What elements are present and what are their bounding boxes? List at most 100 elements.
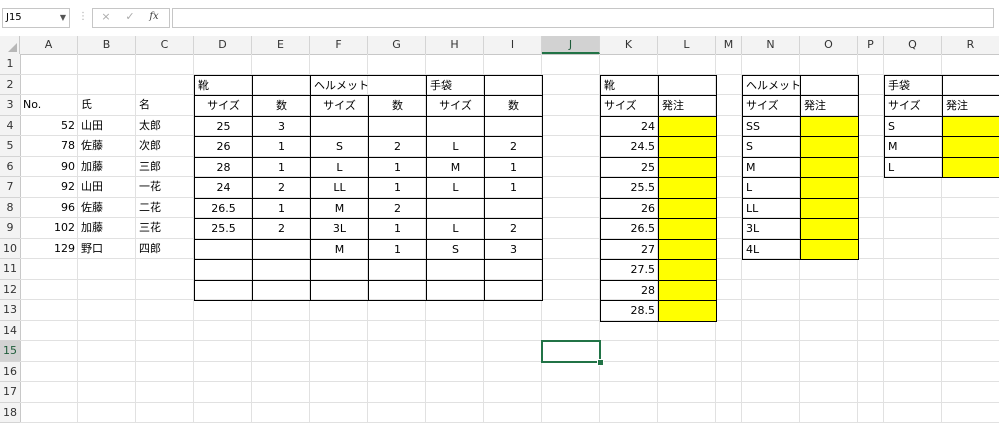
empty-table-cell[interactable]	[426, 259, 485, 281]
record-glove-qty[interactable]: 1	[484, 156, 543, 178]
header-helmet[interactable]: ヘルメット	[310, 74, 427, 96]
row-header-11[interactable]: 11	[0, 259, 20, 280]
column-header-h[interactable]: H	[426, 36, 484, 54]
record-last-name[interactable]: 佐藤	[78, 136, 136, 157]
empty-table-cell[interactable]	[252, 279, 311, 301]
record-first-name[interactable]: 太郎	[136, 116, 194, 137]
header-glove-qty[interactable]: 数	[484, 95, 543, 117]
shoe-order-order-input[interactable]	[658, 259, 717, 281]
header-shoe-qty[interactable]: 数	[252, 95, 311, 117]
empty-table-cell[interactable]	[484, 259, 543, 281]
row-header-9[interactable]: 9	[0, 218, 20, 239]
column-header-p[interactable]: P	[858, 36, 884, 54]
order-header-blank[interactable]	[800, 74, 859, 96]
record-last-name[interactable]: 加藤	[78, 218, 136, 239]
helmet-order-order-label[interactable]: 発注	[800, 95, 859, 117]
empty-table-cell[interactable]	[368, 259, 427, 281]
cancel-icon[interactable]: ×	[98, 9, 114, 25]
helmet-order-size-label[interactable]: サイズ	[742, 95, 801, 117]
row-header-17[interactable]: 17	[0, 382, 20, 403]
helmet-order-order-input[interactable]	[800, 115, 859, 137]
record-shoe-qty[interactable]: 2	[252, 177, 311, 199]
row-header-16[interactable]: 16	[0, 362, 20, 382]
glove-order-size[interactable]: L	[884, 156, 943, 178]
empty-table-cell[interactable]	[310, 259, 369, 281]
row-header-8[interactable]: 8	[0, 198, 20, 218]
shoe-order-order-input[interactable]	[658, 279, 717, 301]
shoe-order-order-input[interactable]	[658, 238, 717, 260]
name-box[interactable]: J15 ▼	[2, 8, 70, 28]
column-header-r[interactable]: R	[942, 36, 999, 54]
helmet-order-size[interactable]: 4L	[742, 238, 801, 260]
glove-order-order-label[interactable]: 発注	[942, 95, 999, 117]
header-shoe-size[interactable]: サイズ	[194, 95, 253, 117]
helmet-order-size[interactable]: L	[742, 177, 801, 199]
header-last-name[interactable]: 氏	[78, 95, 136, 116]
record-shoe-size[interactable]: 24	[194, 177, 253, 199]
helmet-order-size[interactable]: LL	[742, 197, 801, 219]
column-header-f[interactable]: F	[310, 36, 368, 54]
helmet-order-order-input[interactable]	[800, 218, 859, 240]
row-header-7[interactable]: 7	[0, 177, 20, 198]
record-helmet-qty[interactable]: 1	[368, 156, 427, 178]
record-last-name[interactable]: 佐藤	[78, 198, 136, 219]
record-shoe-size[interactable]	[194, 238, 253, 260]
shoe-order-order-input[interactable]	[658, 156, 717, 178]
column-header-d[interactable]: D	[194, 36, 252, 54]
order-header-blank[interactable]	[658, 74, 717, 96]
shoe-order-order-input[interactable]	[658, 300, 717, 322]
record-glove-size[interactable]: M	[426, 156, 485, 178]
shoe-order-size[interactable]: 28.5	[600, 300, 659, 322]
record-shoe-size[interactable]: 25.5	[194, 218, 253, 240]
column-header-i[interactable]: I	[484, 36, 542, 54]
record-last-name[interactable]: 山田	[78, 177, 136, 198]
shoe-order-order-input[interactable]	[658, 115, 717, 137]
helmet-order-title[interactable]: ヘルメット	[742, 74, 801, 96]
shoe-order-size[interactable]: 26.5	[600, 218, 659, 240]
record-helmet-size[interactable]: 3L	[310, 218, 369, 240]
shoe-order-size-label[interactable]: サイズ	[600, 95, 659, 117]
shoe-order-size[interactable]: 25	[600, 156, 659, 178]
shoe-order-size[interactable]: 25.5	[600, 177, 659, 199]
row-header-14[interactable]: 14	[0, 321, 20, 341]
record-first-name[interactable]: 三花	[136, 218, 194, 239]
record-helmet-qty[interactable]	[368, 115, 427, 137]
column-header-q[interactable]: Q	[884, 36, 942, 54]
shoe-order-size[interactable]: 28	[600, 279, 659, 301]
column-header-n[interactable]: N	[742, 36, 800, 54]
column-header-o[interactable]: O	[800, 36, 858, 54]
shoe-order-order-input[interactable]	[658, 136, 717, 158]
empty-table-cell[interactable]	[426, 279, 485, 301]
record-glove-qty[interactable]: 3	[484, 238, 543, 260]
header-helmet-qty[interactable]: 数	[368, 95, 427, 117]
row-header-12[interactable]: 12	[0, 280, 20, 300]
record-glove-qty[interactable]	[484, 115, 543, 137]
record-no[interactable]: 90	[20, 157, 78, 178]
record-shoe-qty[interactable]: 3	[252, 115, 311, 137]
record-no[interactable]: 102	[20, 218, 78, 239]
shoe-order-order-label[interactable]: 発注	[658, 95, 717, 117]
column-header-c[interactable]: C	[136, 36, 194, 54]
glove-order-size[interactable]: M	[884, 136, 943, 158]
shoe-order-order-input[interactable]	[658, 197, 717, 219]
record-first-name[interactable]: 三郎	[136, 157, 194, 178]
record-helmet-qty[interactable]: 2	[368, 197, 427, 219]
column-header-j[interactable]: J	[542, 36, 600, 54]
row-header-1[interactable]: 1	[0, 54, 20, 75]
active-cell-selection[interactable]	[541, 340, 601, 363]
column-header-a[interactable]: A	[20, 36, 78, 54]
record-helmet-size[interactable]: M	[310, 238, 369, 260]
empty-table-cell[interactable]	[310, 279, 369, 301]
record-no[interactable]: 96	[20, 198, 78, 219]
glove-order-order-input[interactable]	[942, 136, 999, 158]
record-no[interactable]: 52	[20, 116, 78, 137]
helmet-order-size[interactable]: M	[742, 156, 801, 178]
record-shoe-size[interactable]: 26	[194, 136, 253, 158]
record-glove-size[interactable]: L	[426, 218, 485, 240]
header-no[interactable]: No.	[20, 95, 78, 116]
helmet-order-order-input[interactable]	[800, 136, 859, 158]
select-all-button[interactable]	[0, 36, 20, 54]
record-glove-size[interactable]: S	[426, 238, 485, 260]
helmet-order-order-input[interactable]	[800, 238, 859, 260]
glove-order-title[interactable]: 手袋	[884, 74, 943, 96]
